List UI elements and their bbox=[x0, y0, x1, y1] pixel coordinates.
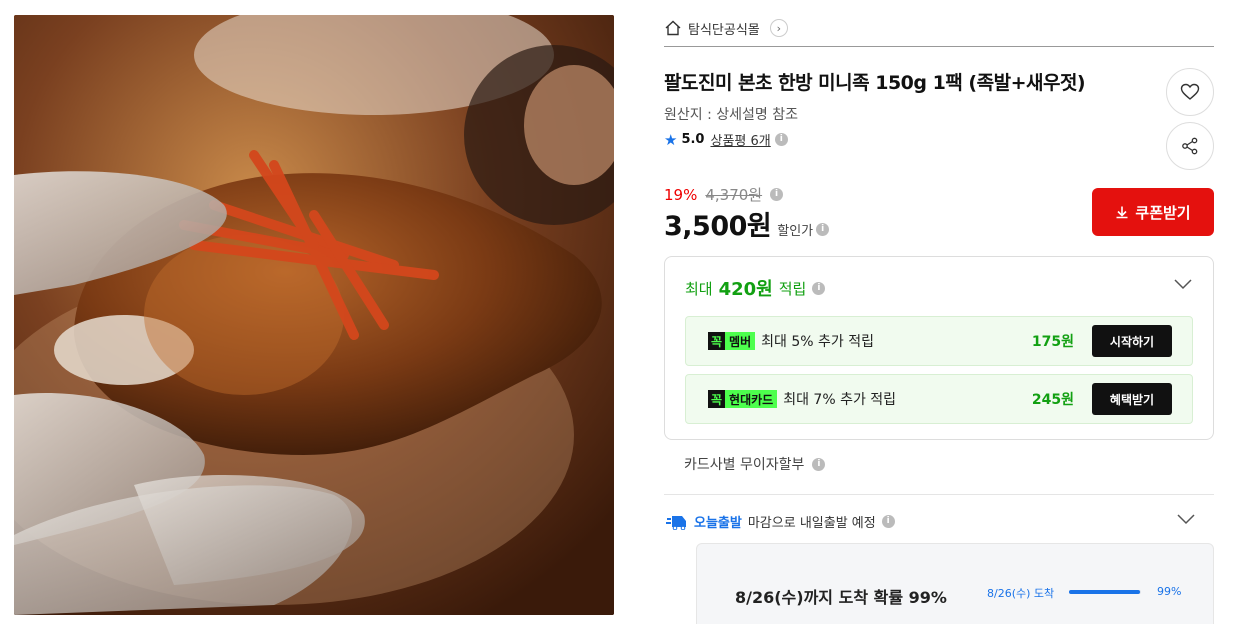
wishlist-button[interactable] bbox=[1166, 68, 1214, 116]
offer-card: 꼭 현대카드 최대 7% 추가 적립 245원 혜택받기 bbox=[685, 374, 1193, 424]
offer-text: 최대 5% 추가 적립 bbox=[761, 334, 874, 350]
reward-amount: 420원 bbox=[718, 279, 773, 300]
delivery-icon bbox=[666, 515, 686, 530]
store-name[interactable]: 탐식단공식몰 bbox=[688, 19, 760, 38]
shipping-row: 오늘출발 마감으로 내일출발 예정 i bbox=[666, 512, 895, 531]
product-title: 팔도진미 본초 한방 미니족 150g 1팩 (족발+새우젓) bbox=[664, 72, 1086, 94]
reward-heading: 최대 420원 적립 i bbox=[685, 275, 826, 301]
badge-mark: 꼭 bbox=[708, 332, 726, 350]
info-icon[interactable]: i bbox=[816, 223, 830, 236]
rating-score: 5.0 bbox=[681, 132, 705, 147]
share-button[interactable] bbox=[1166, 122, 1214, 170]
arrival-estimate: 8/26(수)까지 도착 확률 99% 8/26(수) 도착 99% bbox=[696, 543, 1214, 624]
card-badge: 꼭 현대카드 bbox=[708, 390, 778, 408]
badge-mark: 꼭 bbox=[708, 390, 726, 408]
reward-suffix: 적립 bbox=[778, 279, 807, 298]
benefit-button[interactable]: 혜택받기 bbox=[1092, 383, 1172, 415]
star-icon: ★ bbox=[664, 130, 678, 149]
arrival-title: 8/26(수)까지 도착 확률 99% bbox=[735, 588, 947, 607]
chevron-down-icon[interactable] bbox=[1176, 512, 1196, 526]
info-icon[interactable]: i bbox=[774, 133, 788, 146]
installment-label[interactable]: 카드사별 무이자할부 bbox=[684, 454, 804, 474]
product-origin: 원산지 : 상세설명 참조 bbox=[664, 107, 798, 123]
info-icon[interactable]: i bbox=[881, 515, 895, 528]
heart-icon bbox=[1180, 83, 1200, 100]
discount-row: 19% 4,370원 i bbox=[664, 184, 784, 205]
download-icon bbox=[1116, 206, 1128, 219]
offer-membership: 꼭 멤버 최대 5% 추가 적립 175원 시작하기 bbox=[685, 316, 1193, 366]
arrival-percent: 99% bbox=[1157, 585, 1182, 598]
sale-price-label: 할인가 i bbox=[777, 220, 830, 239]
offer-text: 최대 7% 추가 적립 bbox=[783, 392, 897, 408]
coupon-button[interactable]: 쿠폰받기 bbox=[1092, 188, 1214, 236]
divider bbox=[664, 46, 1214, 47]
installment-info[interactable]: 카드사별 무이자할부 i bbox=[684, 454, 826, 474]
info-icon[interactable]: i bbox=[812, 457, 826, 471]
shipping-text: 마감으로 내일출발 예정 bbox=[747, 516, 876, 531]
sale-label-text: 할인가 bbox=[777, 224, 814, 239]
arrival-progress-fill bbox=[1069, 590, 1141, 594]
home-icon bbox=[665, 20, 681, 36]
membership-badge: 꼭 멤버 bbox=[708, 332, 756, 350]
breadcrumb[interactable]: 탐식단공식몰 › bbox=[664, 17, 788, 39]
info-icon[interactable]: i bbox=[812, 281, 826, 295]
arrival-date: 8/26(수) 도착 bbox=[987, 587, 1055, 600]
divider bbox=[664, 494, 1214, 495]
rating-summary: ★ 5.0 상품평 6개 i bbox=[664, 130, 788, 149]
coupon-label[interactable]: 쿠폰받기 bbox=[1135, 202, 1190, 223]
chevron-down-icon[interactable] bbox=[1173, 277, 1193, 291]
discount-rate: 19% bbox=[664, 185, 698, 204]
offer-amount: 175원 bbox=[1031, 334, 1074, 350]
badge-name: 현대카드 bbox=[725, 390, 778, 408]
price-row: 3,500원 할인가 i bbox=[664, 204, 830, 243]
product-image[interactable] bbox=[14, 15, 614, 615]
same-day-brand: 오늘출발 bbox=[694, 516, 742, 531]
info-icon[interactable]: i bbox=[770, 188, 784, 201]
badge-name: 멤버 bbox=[725, 332, 756, 350]
offer-amount: 245원 bbox=[1031, 392, 1074, 408]
share-icon bbox=[1182, 137, 1198, 155]
reward-box: 최대 420원 적립 i 꼭 멤버 최대 5% 추가 적립 175원 시작하기 … bbox=[664, 256, 1214, 440]
review-link[interactable]: 상품평 6개 bbox=[710, 130, 770, 149]
arrival-progress bbox=[1069, 590, 1141, 594]
start-button[interactable]: 시작하기 bbox=[1092, 325, 1172, 357]
sale-price: 3,500원 bbox=[664, 211, 772, 242]
reward-prefix: 최대 bbox=[685, 279, 713, 298]
original-price: 4,370원 bbox=[705, 186, 763, 204]
chevron-right-icon[interactable]: › bbox=[769, 19, 788, 37]
